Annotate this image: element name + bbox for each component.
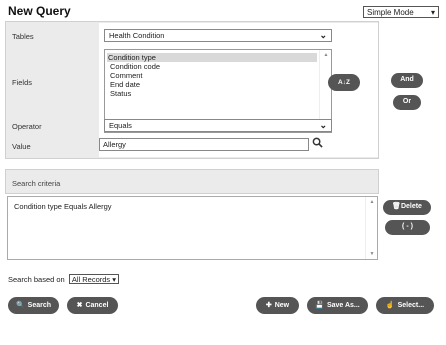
search-based-on-value: All Records — [71, 275, 111, 284]
search-icon[interactable] — [312, 137, 323, 151]
search-criteria-header: Search criteria — [5, 169, 379, 194]
search-button-label: Search — [27, 302, 52, 309]
chevron-down-icon: ▾ — [430, 8, 435, 17]
page-title: New Query — [8, 4, 71, 18]
fields-option[interactable]: Comment — [107, 71, 331, 80]
search-criteria-list[interactable]: Condition type Equals Allergy ▲ ▼ — [7, 196, 378, 260]
trash-icon: 🗑 — [392, 203, 401, 210]
operator-label: Operator — [12, 122, 42, 131]
chevron-down-icon: ⌄ — [319, 120, 327, 130]
search-based-on: Search based on All Records ▾ — [8, 274, 120, 284]
or-button-label: Or — [402, 98, 412, 105]
operator-select[interactable]: Equals ⌄ — [104, 119, 332, 132]
sort-az-icon: A↓Z — [338, 79, 350, 86]
and-button[interactable]: And — [391, 73, 423, 88]
search-icon: 🔍 — [15, 302, 25, 309]
close-icon: ✖ — [76, 302, 83, 309]
tables-label: Tables — [12, 32, 34, 41]
select-button[interactable]: ☝ Select... — [376, 297, 434, 314]
criteria-line[interactable]: Condition type Equals Allergy — [14, 202, 371, 211]
search-button[interactable]: 🔍 Search — [8, 297, 59, 314]
new-button-label: New — [274, 302, 290, 309]
new-button[interactable]: ✚ New — [256, 297, 299, 314]
parentheses-button[interactable]: ( - ) — [385, 220, 430, 235]
tables-select[interactable]: Health Condition ⌄ — [104, 29, 332, 42]
fields-option[interactable]: Condition code — [107, 62, 331, 71]
sort-button[interactable]: A↓Z — [328, 74, 360, 91]
mode-select[interactable]: Simple Mode ▾ — [363, 6, 439, 18]
fields-option[interactable]: Status — [107, 89, 331, 98]
scroll-up-icon[interactable]: ▲ — [366, 199, 378, 205]
search-criteria-title: Search criteria — [12, 179, 61, 188]
cancel-button[interactable]: ✖ Cancel — [67, 297, 118, 314]
query-builder-panel: Tables Health Condition ⌄ Fields Conditi… — [5, 21, 379, 159]
save-as-button-label: Save As... — [326, 302, 360, 309]
mode-select-value: Simple Mode — [367, 8, 414, 17]
save-icon: 💾 — [315, 302, 324, 309]
value-label: Value — [12, 142, 31, 151]
cancel-button-label: Cancel — [85, 302, 109, 309]
chevron-down-icon: ⌄ — [319, 30, 327, 40]
save-as-button[interactable]: 💾 Save As... — [307, 297, 368, 314]
delete-button[interactable]: 🗑Delete — [383, 200, 431, 215]
operator-select-value: Equals — [109, 121, 132, 130]
criteria-scrollbar[interactable]: ▲ ▼ — [365, 197, 377, 259]
and-button-label: And — [400, 76, 414, 83]
tables-select-value: Health Condition — [109, 31, 165, 40]
delete-button-label: Delete — [400, 203, 422, 210]
value-input[interactable]: Allergy — [99, 138, 309, 151]
fields-option[interactable]: Condition type — [107, 53, 317, 62]
fields-label: Fields — [12, 78, 33, 87]
scroll-down-icon[interactable]: ▼ — [366, 251, 378, 257]
fields-option[interactable]: End date — [107, 80, 331, 89]
plus-icon: ✚ — [265, 302, 272, 309]
parentheses-button-label: ( - ) — [402, 223, 413, 230]
hand-pointer-icon: ☝ — [385, 302, 395, 309]
select-button-label: Select... — [397, 302, 425, 309]
search-based-on-label: Search based on — [8, 275, 65, 284]
value-input-text: Allergy — [103, 140, 126, 149]
scroll-up-icon[interactable]: ▲ — [320, 52, 332, 58]
or-button[interactable]: Or — [393, 95, 421, 110]
chevron-down-icon: ▾ — [112, 275, 117, 284]
search-based-on-select[interactable]: All Records ▾ — [68, 274, 120, 284]
